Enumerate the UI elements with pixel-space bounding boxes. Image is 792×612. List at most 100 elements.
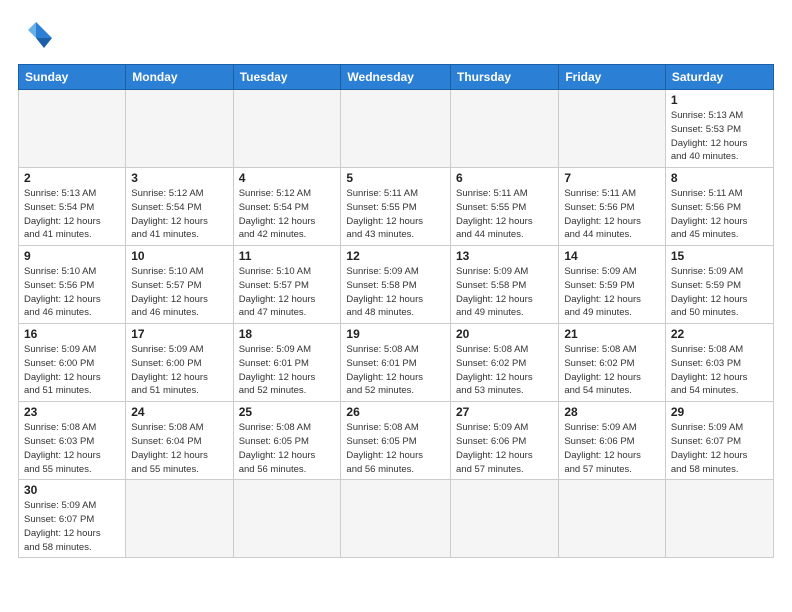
calendar-cell: 24 Sunrise: 5:08 AM Sunset: 6:04 PM Dayli…	[126, 402, 233, 480]
calendar-week-row: 16 Sunrise: 5:09 AM Sunset: 6:00 PM Dayli…	[19, 324, 774, 402]
calendar-header-row: SundayMondayTuesdayWednesdayThursdayFrid…	[19, 65, 774, 90]
calendar-cell: 6 Sunrise: 5:11 AM Sunset: 5:55 PM Daylig…	[451, 168, 559, 246]
calendar: SundayMondayTuesdayWednesdayThursdayFrid…	[18, 64, 774, 558]
day-info: Sunrise: 5:09 AM Sunset: 6:07 PM Dayligh…	[24, 499, 120, 554]
day-info: Sunrise: 5:12 AM Sunset: 5:54 PM Dayligh…	[239, 187, 336, 242]
calendar-cell: 19 Sunrise: 5:08 AM Sunset: 6:01 PM Dayli…	[341, 324, 451, 402]
day-info: Sunrise: 5:11 AM Sunset: 5:55 PM Dayligh…	[346, 187, 445, 242]
day-info: Sunrise: 5:08 AM Sunset: 6:05 PM Dayligh…	[346, 421, 445, 476]
day-info: Sunrise: 5:13 AM Sunset: 5:54 PM Dayligh…	[24, 187, 120, 242]
calendar-cell: 8 Sunrise: 5:11 AM Sunset: 5:56 PM Daylig…	[665, 168, 773, 246]
day-info: Sunrise: 5:10 AM Sunset: 5:57 PM Dayligh…	[131, 265, 227, 320]
calendar-week-row: 23 Sunrise: 5:08 AM Sunset: 6:03 PM Dayli…	[19, 402, 774, 480]
calendar-cell: 5 Sunrise: 5:11 AM Sunset: 5:55 PM Daylig…	[341, 168, 451, 246]
day-number: 5	[346, 171, 445, 185]
day-info: Sunrise: 5:11 AM Sunset: 5:56 PM Dayligh…	[671, 187, 768, 242]
day-number: 6	[456, 171, 553, 185]
day-info: Sunrise: 5:09 AM Sunset: 6:00 PM Dayligh…	[131, 343, 227, 398]
day-number: 12	[346, 249, 445, 263]
day-info: Sunrise: 5:13 AM Sunset: 5:53 PM Dayligh…	[671, 109, 768, 164]
day-number: 10	[131, 249, 227, 263]
column-header-thursday: Thursday	[451, 65, 559, 90]
day-info: Sunrise: 5:11 AM Sunset: 5:55 PM Dayligh…	[456, 187, 553, 242]
day-number: 19	[346, 327, 445, 341]
column-header-saturday: Saturday	[665, 65, 773, 90]
page: SundayMondayTuesdayWednesdayThursdayFrid…	[0, 0, 792, 612]
day-number: 16	[24, 327, 120, 341]
day-info: Sunrise: 5:09 AM Sunset: 6:06 PM Dayligh…	[564, 421, 660, 476]
day-number: 20	[456, 327, 553, 341]
calendar-week-row: 30 Sunrise: 5:09 AM Sunset: 6:07 PM Dayli…	[19, 480, 774, 558]
calendar-cell	[19, 90, 126, 168]
calendar-cell: 12 Sunrise: 5:09 AM Sunset: 5:58 PM Dayli…	[341, 246, 451, 324]
day-number: 21	[564, 327, 660, 341]
day-info: Sunrise: 5:08 AM Sunset: 6:02 PM Dayligh…	[456, 343, 553, 398]
column-header-wednesday: Wednesday	[341, 65, 451, 90]
calendar-cell: 23 Sunrise: 5:08 AM Sunset: 6:03 PM Dayli…	[19, 402, 126, 480]
day-number: 30	[24, 483, 120, 497]
calendar-cell	[665, 480, 773, 558]
day-info: Sunrise: 5:09 AM Sunset: 6:01 PM Dayligh…	[239, 343, 336, 398]
calendar-cell: 11 Sunrise: 5:10 AM Sunset: 5:57 PM Dayli…	[233, 246, 341, 324]
day-info: Sunrise: 5:08 AM Sunset: 6:01 PM Dayligh…	[346, 343, 445, 398]
day-number: 8	[671, 171, 768, 185]
day-info: Sunrise: 5:09 AM Sunset: 5:58 PM Dayligh…	[346, 265, 445, 320]
day-number: 27	[456, 405, 553, 419]
calendar-cell: 9Sunrise: 5:10 AM Sunset: 5:56 PM Daylig…	[19, 246, 126, 324]
calendar-cell	[126, 480, 233, 558]
day-info: Sunrise: 5:09 AM Sunset: 6:06 PM Dayligh…	[456, 421, 553, 476]
day-number: 18	[239, 327, 336, 341]
calendar-week-row: 2 Sunrise: 5:13 AM Sunset: 5:54 PM Daylig…	[19, 168, 774, 246]
calendar-cell: 26 Sunrise: 5:08 AM Sunset: 6:05 PM Dayli…	[341, 402, 451, 480]
day-number: 23	[24, 405, 120, 419]
day-number: 7	[564, 171, 660, 185]
day-number: 29	[671, 405, 768, 419]
day-number: 26	[346, 405, 445, 419]
calendar-week-row: 1Sunrise: 5:13 AM Sunset: 5:53 PM Daylig…	[19, 90, 774, 168]
calendar-cell: 27 Sunrise: 5:09 AM Sunset: 6:06 PM Dayli…	[451, 402, 559, 480]
day-info: Sunrise: 5:10 AM Sunset: 5:57 PM Dayligh…	[239, 265, 336, 320]
day-number: 11	[239, 249, 336, 263]
calendar-cell: 22 Sunrise: 5:08 AM Sunset: 6:03 PM Dayli…	[665, 324, 773, 402]
day-info: Sunrise: 5:11 AM Sunset: 5:56 PM Dayligh…	[564, 187, 660, 242]
calendar-cell: 30 Sunrise: 5:09 AM Sunset: 6:07 PM Dayli…	[19, 480, 126, 558]
day-number: 28	[564, 405, 660, 419]
day-info: Sunrise: 5:08 AM Sunset: 6:04 PM Dayligh…	[131, 421, 227, 476]
calendar-cell	[559, 90, 666, 168]
header	[18, 18, 774, 54]
calendar-cell: 14Sunrise: 5:09 AM Sunset: 5:59 PM Dayli…	[559, 246, 666, 324]
day-info: Sunrise: 5:10 AM Sunset: 5:56 PM Dayligh…	[24, 265, 120, 320]
calendar-cell	[559, 480, 666, 558]
logo	[18, 18, 60, 54]
calendar-cell: 4Sunrise: 5:12 AM Sunset: 5:54 PM Daylig…	[233, 168, 341, 246]
calendar-cell: 25 Sunrise: 5:08 AM Sunset: 6:05 PM Dayli…	[233, 402, 341, 480]
column-header-monday: Monday	[126, 65, 233, 90]
column-header-tuesday: Tuesday	[233, 65, 341, 90]
day-info: Sunrise: 5:08 AM Sunset: 6:03 PM Dayligh…	[671, 343, 768, 398]
calendar-cell: 17Sunrise: 5:09 AM Sunset: 6:00 PM Dayli…	[126, 324, 233, 402]
calendar-cell: 10 Sunrise: 5:10 AM Sunset: 5:57 PM Dayli…	[126, 246, 233, 324]
calendar-cell	[233, 480, 341, 558]
calendar-cell: 1Sunrise: 5:13 AM Sunset: 5:53 PM Daylig…	[665, 90, 773, 168]
day-info: Sunrise: 5:08 AM Sunset: 6:05 PM Dayligh…	[239, 421, 336, 476]
day-info: Sunrise: 5:09 AM Sunset: 6:00 PM Dayligh…	[24, 343, 120, 398]
day-number: 3	[131, 171, 227, 185]
calendar-cell: 21 Sunrise: 5:08 AM Sunset: 6:02 PM Dayli…	[559, 324, 666, 402]
day-info: Sunrise: 5:08 AM Sunset: 6:03 PM Dayligh…	[24, 421, 120, 476]
day-number: 14	[564, 249, 660, 263]
day-number: 2	[24, 171, 120, 185]
calendar-cell	[341, 90, 451, 168]
day-number: 24	[131, 405, 227, 419]
calendar-cell: 13 Sunrise: 5:09 AM Sunset: 5:58 PM Dayli…	[451, 246, 559, 324]
calendar-cell: 3Sunrise: 5:12 AM Sunset: 5:54 PM Daylig…	[126, 168, 233, 246]
day-info: Sunrise: 5:08 AM Sunset: 6:02 PM Dayligh…	[564, 343, 660, 398]
calendar-cell: 20 Sunrise: 5:08 AM Sunset: 6:02 PM Dayli…	[451, 324, 559, 402]
day-number: 22	[671, 327, 768, 341]
day-info: Sunrise: 5:09 AM Sunset: 6:07 PM Dayligh…	[671, 421, 768, 476]
calendar-cell	[233, 90, 341, 168]
day-number: 25	[239, 405, 336, 419]
day-number: 15	[671, 249, 768, 263]
day-number: 13	[456, 249, 553, 263]
calendar-week-row: 9Sunrise: 5:10 AM Sunset: 5:56 PM Daylig…	[19, 246, 774, 324]
day-info: Sunrise: 5:09 AM Sunset: 5:58 PM Dayligh…	[456, 265, 553, 320]
